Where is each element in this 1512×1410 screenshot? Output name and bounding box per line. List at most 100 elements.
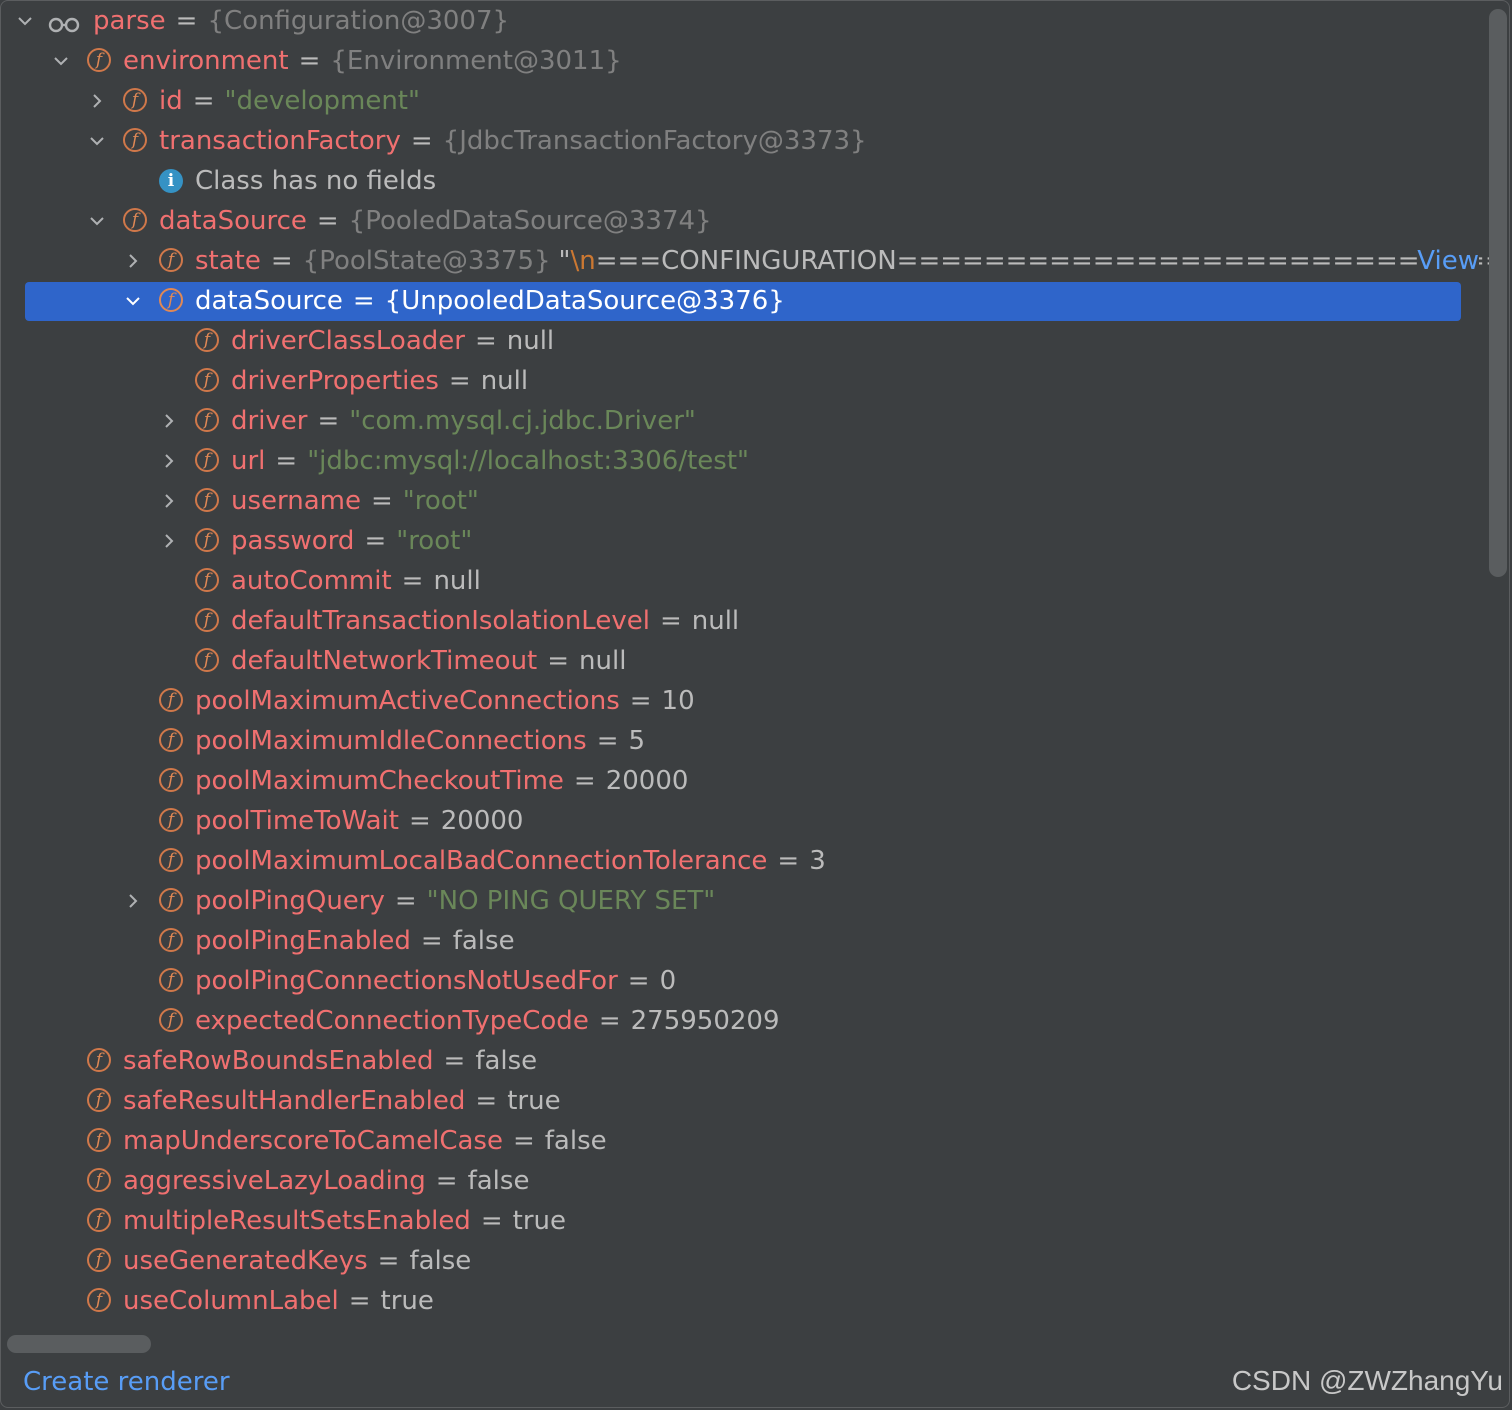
tree-row[interactable]: f environment = {Environment@3011} (1, 41, 1491, 81)
tree-row-text: autoCommit = null (231, 561, 481, 601)
tree-row[interactable]: f url = "jdbc:mysql://localhost:3306/test" (1, 441, 1491, 481)
field-value: {JdbcTransactionFactory@3373} (442, 126, 867, 156)
tree-row[interactable]: f poolMaximumActiveConnections = 10 (1, 681, 1491, 721)
tree-row[interactable]: f aggressiveLazyLoading = false (1, 1161, 1491, 1201)
tree-row[interactable]: f driverClassLoader = null (1, 321, 1491, 361)
equals-sign: = (547, 646, 570, 676)
tree-row[interactable]: i Class has no fields (1, 161, 1491, 201)
tree-row[interactable]: f defaultTransactionIsolationLevel = null (1, 601, 1491, 641)
tree-row[interactable]: f mapUnderscoreToCamelCase = false (1, 1121, 1491, 1161)
chevron-down-icon[interactable] (85, 209, 109, 233)
tree-row[interactable]: f useGeneratedKeys = false (1, 1241, 1491, 1281)
chevron-down-icon[interactable] (13, 9, 37, 33)
tree-row[interactable]: f autoCommit = null (1, 561, 1491, 601)
equals-sign: = (598, 1006, 621, 1036)
field-value: null (506, 326, 555, 356)
chevron-right-icon[interactable] (121, 889, 145, 913)
equals-sign: = (480, 1206, 503, 1236)
tree-row[interactable]: f useColumnLabel = true (1, 1281, 1491, 1321)
field-value: false (467, 1166, 530, 1196)
field-name: poolTimeToWait (195, 806, 399, 836)
tree-row-text: url = "jdbc:mysql://localhost:3306/test" (231, 441, 749, 481)
chevron-right-icon[interactable] (157, 409, 181, 433)
create-renderer-link[interactable]: Create renderer (23, 1367, 230, 1397)
tree-row-text: id = "development" (159, 81, 420, 121)
field-name: poolMaximumIdleConnections (195, 726, 587, 756)
tree-row[interactable]: f defaultNetworkTimeout = null (1, 641, 1491, 681)
watermark: CSDN @ZWZhangYu (1231, 1365, 1503, 1396)
tree-row[interactable]: f poolMaximumIdleConnections = 5 (1, 721, 1491, 761)
tree-row-text: mapUnderscoreToCamelCase = false (123, 1121, 607, 1161)
tree-row[interactable]: f password = "root" (1, 521, 1491, 561)
tree-row[interactable]: f poolPingQuery = "NO PING QUERY SET" (1, 881, 1491, 921)
chevron-down-icon[interactable] (121, 289, 145, 313)
tree-row[interactable]: f safeResultHandlerEnabled = true (1, 1081, 1491, 1121)
field-name: state (195, 246, 261, 276)
chevron-right-icon[interactable] (85, 89, 109, 113)
tree-row-text: poolPingEnabled = false (195, 921, 515, 961)
chevron-down-icon[interactable] (49, 49, 73, 73)
tree-row[interactable]: f multipleResultSetsEnabled = true (1, 1201, 1491, 1241)
equals-sign: = (420, 926, 443, 956)
field-icon: f (123, 208, 147, 232)
info-icon: i (159, 169, 183, 193)
view-link[interactable]: View (1417, 241, 1479, 281)
field-value: 0 (659, 966, 677, 996)
field-name: password (231, 526, 355, 556)
tree-row[interactable]: f expectedConnectionTypeCode = 275950209 (1, 1001, 1491, 1041)
field-value: 20000 (605, 766, 689, 796)
chevron-right-icon[interactable] (157, 449, 181, 473)
field-icon: f (195, 648, 219, 672)
chevron-right-icon[interactable] (121, 249, 145, 273)
tree-row[interactable]: f poolPingEnabled = false (1, 921, 1491, 961)
field-icon: f (159, 248, 183, 272)
field-name: poolPingConnectionsNotUsedFor (195, 966, 618, 996)
field-icon: f (195, 568, 219, 592)
field-value: false (544, 1126, 607, 1156)
tree-row[interactable]: f driver = "com.mysql.cj.jdbc.Driver" (1, 401, 1491, 441)
field-icon: f (159, 928, 183, 952)
field-value: true (512, 1206, 566, 1236)
tree-row[interactable]: f transactionFactory = {JdbcTransactionFact… (1, 121, 1491, 161)
field-icon: f (195, 368, 219, 392)
tree-row[interactable]: f driverProperties = null (1, 361, 1491, 401)
field-name: parse (93, 6, 166, 36)
tree-row[interactable]: f poolMaximumLocalBadConnectionTolerance =… (1, 841, 1491, 881)
tree-row[interactable]: parse = {Configuration@3007} (1, 1, 1491, 41)
field-name: driverProperties (231, 366, 439, 396)
tree-row[interactable]: f dataSource = {UnpooledDataSource@3376} (1, 281, 1491, 321)
field-value: {Configuration@3007} (207, 6, 510, 36)
tree-row[interactable]: f id = "development" (1, 81, 1491, 121)
field-icon: f (159, 288, 183, 312)
field-name: dataSource (159, 206, 307, 236)
chevron-right-icon[interactable] (157, 529, 181, 553)
equals-sign: = (475, 1086, 498, 1116)
variables-tree[interactable]: parse = {Configuration@3007} f environment = {… (1, 1, 1491, 1329)
field-name: environment (123, 46, 289, 76)
tree-row[interactable]: f dataSource = {PooledDataSource@3374} (1, 201, 1491, 241)
chevron-right-icon[interactable] (157, 489, 181, 513)
tree-row-text: parse = {Configuration@3007} (93, 1, 509, 41)
chevron-down-icon[interactable] (85, 129, 109, 153)
field-name: autoCommit (231, 566, 392, 596)
tree-row[interactable]: f state = {PoolState@3375} "\n===CONFINGURAT… (1, 241, 1491, 281)
field-icon: f (87, 1128, 111, 1152)
vertical-scrollbar[interactable] (1489, 9, 1507, 577)
tree-row[interactable]: f poolTimeToWait = 20000 (1, 801, 1491, 841)
equals-sign: = (627, 966, 650, 996)
tree-row[interactable]: f safeRowBoundsEnabled = false (1, 1041, 1491, 1081)
field-name: driverClassLoader (231, 326, 465, 356)
field-value: "com.mysql.cj.jdbc.Driver" (349, 406, 696, 436)
field-value: 3 (809, 846, 826, 876)
tree-row-text: poolMaximumLocalBadConnectionTolerance = 3 (195, 841, 826, 881)
field-value: 275950209 (630, 1006, 780, 1036)
tree-row[interactable]: f username = "root" (1, 481, 1491, 521)
tree-row[interactable]: f poolMaximumCheckoutTime = 20000 (1, 761, 1491, 801)
field-name: defaultTransactionIsolationLevel (231, 606, 650, 636)
equals-sign: = (175, 6, 198, 36)
tree-row-text: poolPingQuery = "NO PING QUERY SET" (195, 881, 715, 921)
tree-row[interactable]: f poolPingConnectionsNotUsedFor = 0 (1, 961, 1491, 1001)
field-name: url (231, 446, 266, 476)
tree-row-text: dataSource = {UnpooledDataSource@3376} (195, 281, 785, 321)
horizontal-scrollbar[interactable] (7, 1335, 151, 1353)
